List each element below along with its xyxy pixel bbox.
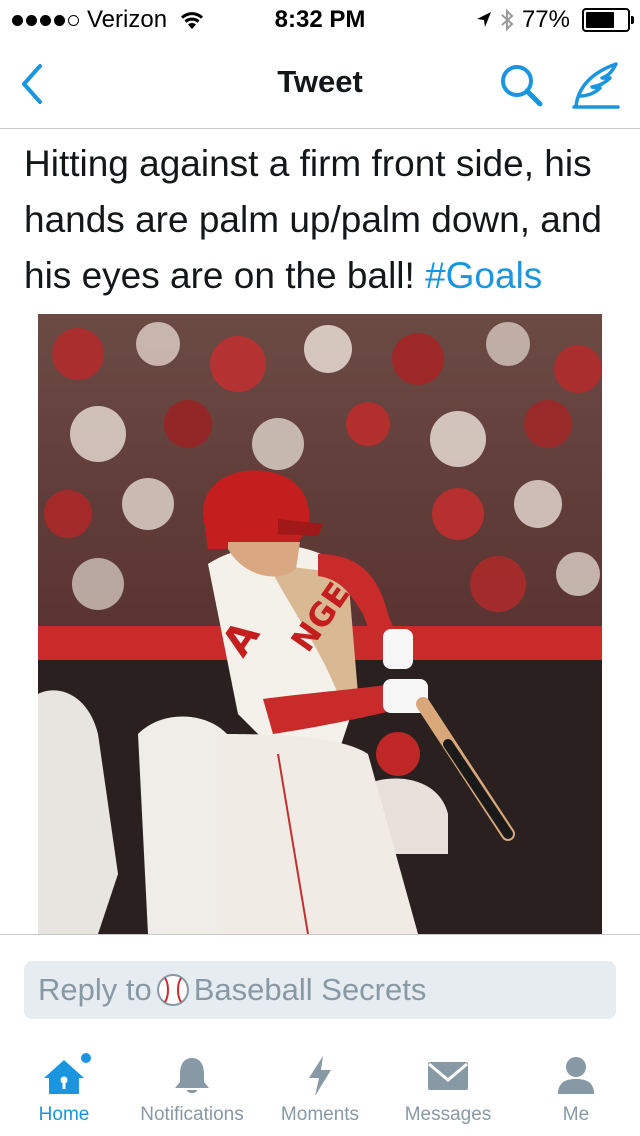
baseball-avatar-icon xyxy=(156,974,189,1006)
bluetooth-icon xyxy=(501,8,514,32)
reply-prefix: Reply to xyxy=(38,972,152,1007)
tweet-text: Hitting against a firm front side, his h… xyxy=(24,136,624,304)
navigation-bar: Tweet xyxy=(0,40,640,129)
tab-label-notifications: Notifications xyxy=(140,1104,244,1125)
tab-label-me: Me xyxy=(562,1104,590,1125)
tweet-detail-screen: Verizon 8:32 PM 77% Tweet Hitting agains… xyxy=(0,0,640,1136)
status-right: 77% xyxy=(476,6,634,34)
location-arrow-icon xyxy=(476,12,491,27)
envelope-icon xyxy=(428,1062,468,1090)
hashtag-link[interactable]: #Goals xyxy=(425,255,542,296)
battery-level xyxy=(586,12,614,28)
search-button[interactable] xyxy=(498,62,544,108)
reply-input[interactable]: Reply to Baseball Secrets xyxy=(24,961,616,1019)
lightning-icon xyxy=(309,1056,331,1096)
tab-moments[interactable]: Moments xyxy=(256,1036,384,1136)
tab-home[interactable]: Home xyxy=(0,1036,128,1136)
person-icon xyxy=(558,1057,594,1094)
status-bar: Verizon 8:32 PM 77% xyxy=(0,0,640,40)
tweet-photo[interactable]: A NGE xyxy=(38,314,602,934)
tab-me[interactable]: Me xyxy=(512,1036,640,1136)
reply-area: Reply to Baseball Secrets xyxy=(0,934,640,1037)
tab-notifications[interactable]: Notifications xyxy=(128,1036,256,1136)
home-icon xyxy=(44,1053,91,1094)
battery-percent: 77% xyxy=(521,6,570,33)
battery-icon xyxy=(582,8,634,32)
reply-recipient: Baseball Secrets xyxy=(193,972,427,1007)
tab-messages[interactable]: Messages xyxy=(384,1036,512,1136)
tab-label-moments: Moments xyxy=(280,1104,360,1125)
tab-bar: Home Notifications Moments Messages Me xyxy=(0,1036,640,1136)
page-title: Tweet xyxy=(277,64,363,99)
baseball-player-photo: A NGE xyxy=(38,314,602,934)
tab-label-messages: Messages xyxy=(404,1104,492,1125)
compose-tweet-icon xyxy=(572,62,620,109)
bell-icon xyxy=(175,1058,209,1093)
compose-tweet-button[interactable] xyxy=(570,60,622,110)
search-icon xyxy=(501,65,543,107)
